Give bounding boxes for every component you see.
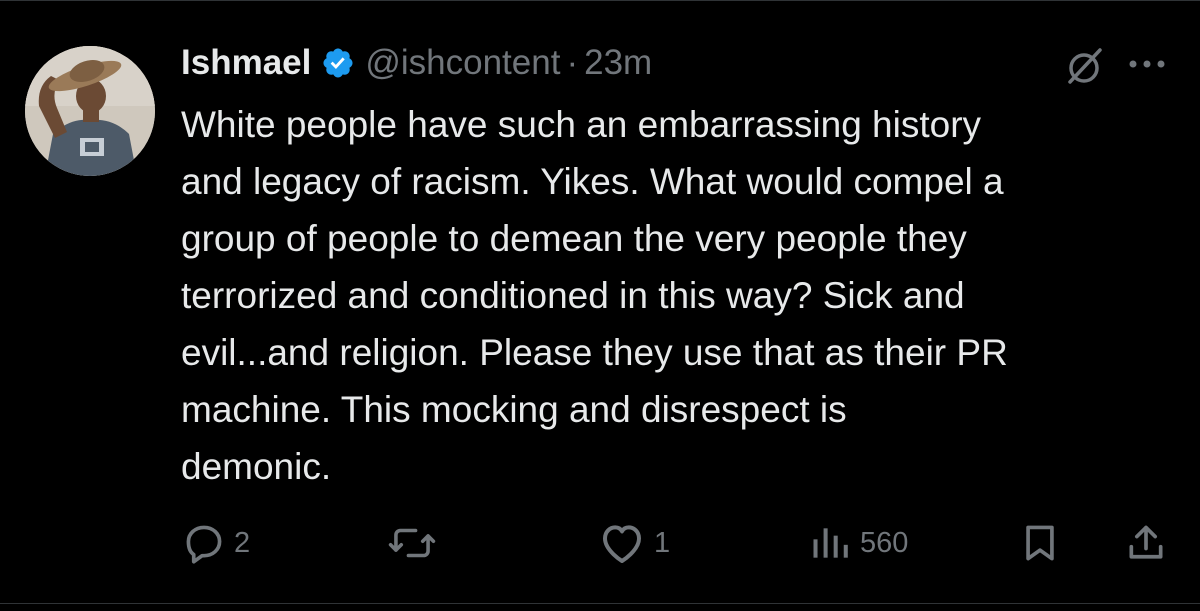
reply-count: 2 bbox=[234, 526, 251, 559]
share-button[interactable] bbox=[1124, 515, 1168, 571]
action-bar: 2 1 560 bbox=[0, 515, 1200, 571]
bookmark-button[interactable] bbox=[1018, 515, 1062, 571]
tweet-header: Ishmael @ishcontent · 23m bbox=[181, 38, 652, 88]
like-count: 1 bbox=[654, 526, 671, 559]
separator-dot: · bbox=[566, 43, 579, 82]
verified-badge-icon bbox=[321, 46, 355, 80]
repost-icon bbox=[388, 528, 436, 558]
timestamp[interactable]: 23m bbox=[584, 43, 652, 83]
reply-button[interactable]: 2 bbox=[182, 515, 250, 571]
share-icon bbox=[1129, 525, 1163, 559]
views-count: 560 bbox=[860, 526, 909, 559]
avatar-image bbox=[25, 46, 155, 176]
like-button[interactable]: 1 bbox=[598, 515, 670, 571]
grok-icon[interactable] bbox=[1062, 44, 1106, 88]
more-icon[interactable] bbox=[1124, 49, 1170, 79]
heart-icon bbox=[603, 525, 641, 563]
repost-button[interactable] bbox=[387, 515, 445, 571]
views-button[interactable]: 560 bbox=[808, 515, 908, 571]
avatar[interactable] bbox=[25, 46, 155, 176]
display-name[interactable]: Ishmael bbox=[181, 43, 311, 83]
tweet-text: White people have such an embarrassing h… bbox=[181, 104, 1008, 487]
reply-icon bbox=[186, 525, 222, 564]
bottom-divider bbox=[0, 603, 1200, 604]
views-icon bbox=[813, 528, 848, 558]
bookmark-icon bbox=[1026, 525, 1054, 561]
top-divider bbox=[0, 0, 1200, 1]
handle[interactable]: @ishcontent bbox=[365, 43, 560, 83]
